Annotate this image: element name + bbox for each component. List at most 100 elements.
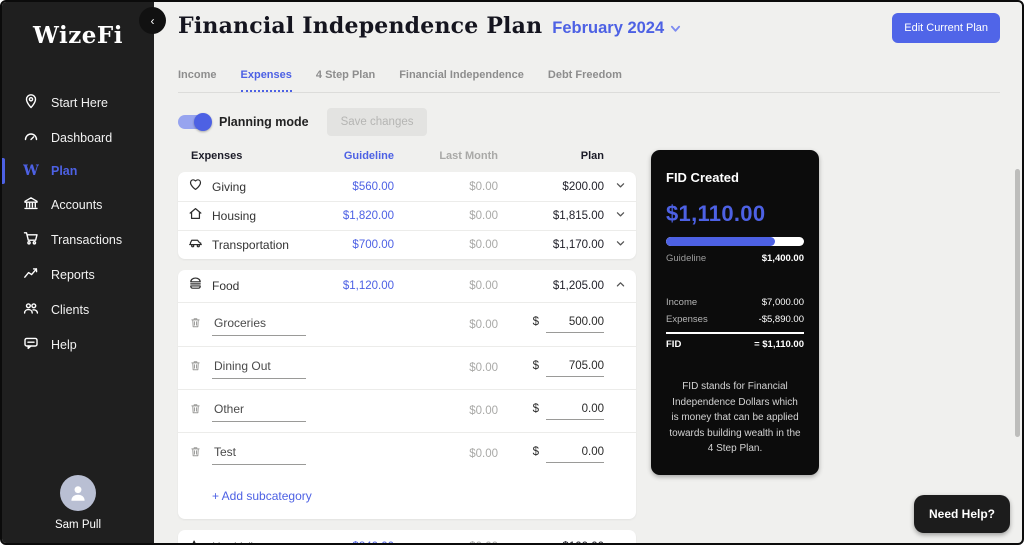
- table-row-transportation[interactable]: Transportation $700.00 $0.00 $1,170.00: [178, 230, 636, 259]
- sidebar-item-label: Start Here: [51, 96, 108, 110]
- fid-guideline-row: Guideline $1,400.00: [666, 253, 804, 264]
- sidebar: WizeFi ‹ Start Here Dashboard W Plan Acc…: [2, 2, 154, 543]
- trash-icon[interactable]: [189, 316, 202, 334]
- fid-description: FID stands for Financial Independence Do…: [666, 379, 804, 457]
- sidebar-item-label: Plan: [51, 164, 77, 178]
- plan-amount-input[interactable]: $ 500.00: [498, 316, 604, 333]
- scrollbar[interactable]: [1013, 4, 1020, 541]
- heart-icon: [188, 177, 203, 197]
- plan-amount-input[interactable]: $ 705.00: [498, 360, 604, 377]
- fid-panel: FID Created $1,110.00 Guideline $1,400.0…: [651, 150, 819, 475]
- subcategory-name-input[interactable]: Other: [212, 400, 306, 422]
- person-icon: [67, 482, 89, 504]
- sidebar-item-label: Accounts: [51, 198, 102, 212]
- fid-progress-fill: [666, 237, 775, 246]
- wizefi-w-icon: W: [23, 163, 39, 179]
- table-row-food[interactable]: Food $1,120.00 $0.00 $1,205.00: [178, 270, 636, 303]
- user-profile[interactable]: Sam Pull: [2, 475, 154, 531]
- subcategory-name-input[interactable]: Test: [212, 443, 306, 465]
- toggle-knob: [194, 113, 212, 131]
- subcategory-name-input[interactable]: Groceries: [212, 314, 306, 336]
- sidebar-collapse-button[interactable]: ‹: [139, 7, 166, 34]
- expenses-table: Expenses Guideline Last Month Plan Givin…: [178, 150, 636, 543]
- edit-current-plan-button[interactable]: Edit Current Plan: [892, 13, 1000, 43]
- trend-chart-icon: [23, 265, 39, 284]
- food-expense-card: Food $1,120.00 $0.00 $1,205.00 Groceries…: [178, 270, 636, 519]
- need-help-button[interactable]: Need Help?: [914, 495, 1010, 533]
- fid-expenses-row: Expenses -$5,890.00: [666, 311, 804, 328]
- planning-mode-toggle[interactable]: Planning mode: [178, 115, 309, 129]
- sidebar-item-label: Help: [51, 338, 77, 352]
- tab-expenses[interactable]: Expenses: [241, 69, 292, 92]
- save-changes-button[interactable]: Save changes: [327, 108, 428, 136]
- fid-progress-bar: [666, 237, 804, 246]
- location-pin-icon: [23, 93, 39, 112]
- user-name: Sam Pull: [2, 519, 154, 531]
- page-title: Financial Independence Plan: [178, 13, 542, 39]
- table-row-giving[interactable]: Giving $560.00 $0.00 $200.00: [178, 172, 636, 201]
- subcategory-row-dining-out: Dining Out $0.00 $ 705.00: [178, 346, 636, 389]
- car-icon: [188, 235, 203, 255]
- sidebar-item-help[interactable]: Help: [2, 327, 154, 362]
- chevron-down-icon: [670, 23, 681, 34]
- subcategory-row-groceries: Groceries $0.00 $ 500.00: [178, 303, 636, 346]
- chevron-up-icon[interactable]: [615, 277, 626, 295]
- table-row-housing[interactable]: Housing $1,820.00 $0.00 $1,815.00: [178, 201, 636, 230]
- tab-debt-freedom[interactable]: Debt Freedom: [548, 69, 622, 92]
- bank-icon: [23, 195, 39, 214]
- fid-amount: $1,110.00: [666, 201, 804, 227]
- period-label: February 2024: [552, 19, 664, 38]
- fid-total-row: FID = $1,110.00: [666, 332, 804, 353]
- trash-icon[interactable]: [189, 402, 202, 420]
- trash-icon[interactable]: [189, 445, 202, 463]
- chevron-down-icon[interactable]: [615, 236, 626, 254]
- sidebar-item-accounts[interactable]: Accounts: [2, 187, 154, 222]
- trash-icon[interactable]: [189, 359, 202, 377]
- gauge-icon: [23, 128, 39, 147]
- sidebar-item-reports[interactable]: Reports: [2, 257, 154, 292]
- scrollbar-thumb[interactable]: [1015, 169, 1020, 437]
- fid-breakdown: Income $7,000.00 Expenses -$5,890.00 FID…: [666, 294, 804, 353]
- col-header-last-month: Last Month: [394, 150, 498, 162]
- app-logo: WizeFi: [2, 2, 154, 49]
- table-header-row: Expenses Guideline Last Month Plan: [178, 150, 636, 172]
- fid-income-row: Income $7,000.00: [666, 294, 804, 311]
- people-icon: [23, 300, 39, 319]
- plan-amount-input[interactable]: $ 0.00: [498, 446, 604, 463]
- app-window: WizeFi ‹ Start Here Dashboard W Plan Acc…: [0, 0, 1024, 545]
- toggle-track: [178, 115, 210, 129]
- sidebar-item-dashboard[interactable]: Dashboard: [2, 120, 154, 155]
- tab-financial-independence[interactable]: Financial Independence: [399, 69, 524, 92]
- chevron-down-icon[interactable]: [615, 207, 626, 225]
- tab-4-step-plan[interactable]: 4 Step Plan: [316, 69, 375, 92]
- sidebar-item-label: Reports: [51, 268, 95, 282]
- cart-icon: [23, 230, 39, 249]
- sidebar-nav: Start Here Dashboard W Plan Accounts Tra…: [2, 85, 154, 362]
- burger-icon: [188, 276, 203, 296]
- main-content: Financial Independence Plan February 202…: [154, 2, 1022, 543]
- table-row-health-insurance[interactable]: Health/Insurance $840.00 $0.00 $100.00: [178, 530, 636, 543]
- plan-amount-input[interactable]: $ 0.00: [498, 403, 604, 420]
- chat-icon: [23, 335, 39, 354]
- sidebar-item-plan[interactable]: W Plan: [2, 155, 154, 187]
- sidebar-item-label: Clients: [51, 303, 89, 317]
- subcategory-row-test: Test $0.00 $ 0.00: [178, 432, 636, 475]
- sidebar-item-transactions[interactable]: Transactions: [2, 222, 154, 257]
- subcategory-name-input[interactable]: Dining Out: [212, 357, 306, 379]
- period-selector[interactable]: February 2024: [552, 19, 681, 38]
- chevron-down-icon[interactable]: [615, 538, 626, 543]
- sidebar-item-clients[interactable]: Clients: [2, 292, 154, 327]
- chevron-down-icon[interactable]: [615, 178, 626, 196]
- expense-group-card: Health/Insurance $840.00 $0.00 $100.00: [178, 530, 636, 543]
- subcategory-row-other: Other $0.00 $ 0.00: [178, 389, 636, 432]
- add-subcategory-link[interactable]: + Add subcategory: [178, 475, 636, 519]
- topbar: Financial Independence Plan February 202…: [178, 2, 1000, 43]
- fid-title: FID Created: [666, 170, 804, 185]
- tab-income[interactable]: Income: [178, 69, 217, 92]
- sidebar-item-label: Transactions: [51, 233, 122, 247]
- sidebar-item-start-here[interactable]: Start Here: [2, 85, 154, 120]
- content-area: Expenses Guideline Last Month Plan Givin…: [178, 150, 1000, 543]
- col-header-guideline: Guideline: [306, 150, 394, 162]
- sidebar-item-label: Dashboard: [51, 131, 112, 145]
- col-header-plan: Plan: [498, 150, 604, 162]
